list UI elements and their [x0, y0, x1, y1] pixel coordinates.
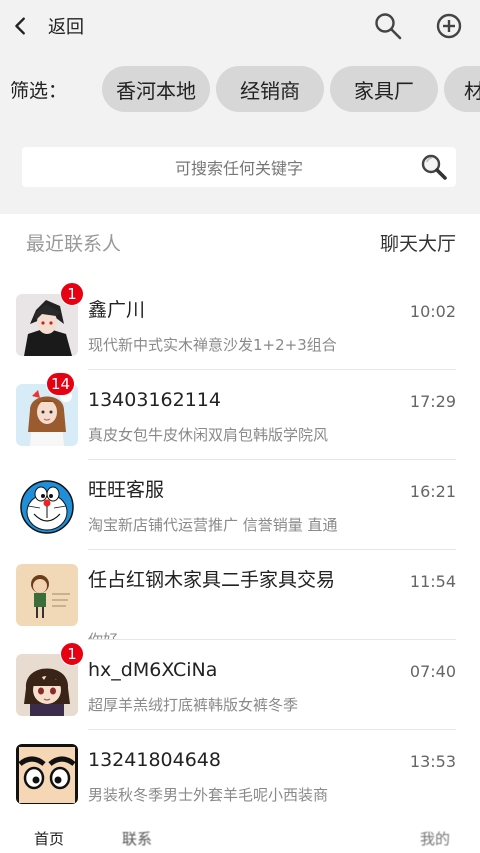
filter-row: 筛选： 香河本地 经销商 家具厂 材: [0, 62, 480, 116]
chat-preview: 淘宝新店铺代运营推广 信誉销量 直通: [88, 516, 338, 534]
chat-time: 13:53: [409, 752, 456, 771]
chat-time: 17:29: [409, 392, 456, 411]
unread-badge: 1: [60, 642, 84, 666]
unread-badge: 14: [46, 372, 76, 396]
chat-name: hx_dM6XCiNa: [88, 659, 218, 681]
chat-item[interactable]: 旺旺客服 16:21 淘宝新店铺代运营推广 信誉销量 直通: [0, 460, 480, 550]
chevron-left-icon: [15, 17, 25, 35]
tab-mine[interactable]: 我的: [420, 828, 450, 849]
back-label: 返回: [48, 17, 84, 38]
tab-home[interactable]: 首页: [34, 828, 64, 849]
filter-chip[interactable]: 家具厂: [330, 66, 438, 112]
section-header: 最近联系人 聊天大厅: [0, 214, 480, 270]
search-input[interactable]: 可搜索任何关键字: [22, 147, 456, 187]
unread-badge: 1: [60, 282, 84, 306]
search-icon: [375, 13, 402, 40]
chat-preview: 真皮女包牛皮休闲双肩包韩版学院风: [88, 426, 329, 444]
recent-contacts-title: 最近联系人: [26, 233, 122, 255]
filter-label: 筛选：: [10, 79, 68, 102]
chat-hall-link[interactable]: 聊天大厅: [380, 229, 456, 256]
chat-item[interactable]: 14 13403162114 17:29 真皮女包牛皮休闲双肩包韩版学院风: [0, 370, 480, 460]
contacts-panel: 最近联系人 聊天大厅 1 鑫广川 10:02 现代新中式实木禅意沙发1+2+3组…: [0, 214, 480, 853]
header-add-button[interactable]: [431, 8, 467, 44]
avatar: [16, 564, 78, 626]
tab-bar: 首页 联系 我的: [0, 818, 480, 853]
avatar: [16, 744, 78, 804]
chat-name: 旺旺客服: [88, 479, 165, 501]
chat-preview: 现代新中式实木禅意沙发1+2+3组合: [88, 336, 337, 354]
chat-time: 11:54: [409, 572, 456, 591]
back-button[interactable]: 返回: [10, 8, 84, 44]
header-search-button[interactable]: [370, 8, 406, 44]
filter-chip[interactable]: 经销商: [216, 66, 324, 112]
chat-name: 13241804648: [88, 749, 221, 771]
chat-name: 任占红钢木家具二手家具交易: [88, 569, 336, 591]
chat-preview: 男装秋冬季男士外套羊毛呢小西装商: [88, 786, 329, 804]
chat-time: 10:02: [409, 302, 456, 321]
filter-chip[interactable]: 材: [444, 66, 480, 112]
search-icon[interactable]: [418, 151, 450, 183]
chat-item[interactable]: 1 hx_dM6XCiNa 07:40 超厚羊羔绒打底裤韩版女裤冬季: [0, 640, 480, 730]
add-circle-icon: [436, 13, 462, 39]
header-bar: 返回: [0, 0, 480, 52]
chat-name: 13403162114: [88, 389, 221, 411]
chat-time: 16:21: [409, 482, 456, 501]
chat-name: 鑫广川: [88, 299, 146, 321]
tab-contacts[interactable]: 联系: [122, 828, 152, 849]
chat-item[interactable]: 13241804648 13:53 男装秋冬季男士外套羊毛呢小西装商: [0, 730, 480, 820]
chat-preview: 超厚羊羔绒打底裤韩版女裤冬季: [88, 696, 299, 714]
chat-time: 07:40: [409, 662, 456, 681]
chat-item[interactable]: 1 鑫广川 10:02 现代新中式实木禅意沙发1+2+3组合: [0, 280, 480, 370]
search-placeholder: 可搜索任何关键字: [174, 159, 303, 178]
filter-chip[interactable]: 香河本地: [102, 66, 210, 112]
avatar: [16, 474, 78, 536]
chat-item[interactable]: 任占红钢木家具二手家具交易 11:54 你好: [0, 550, 480, 640]
